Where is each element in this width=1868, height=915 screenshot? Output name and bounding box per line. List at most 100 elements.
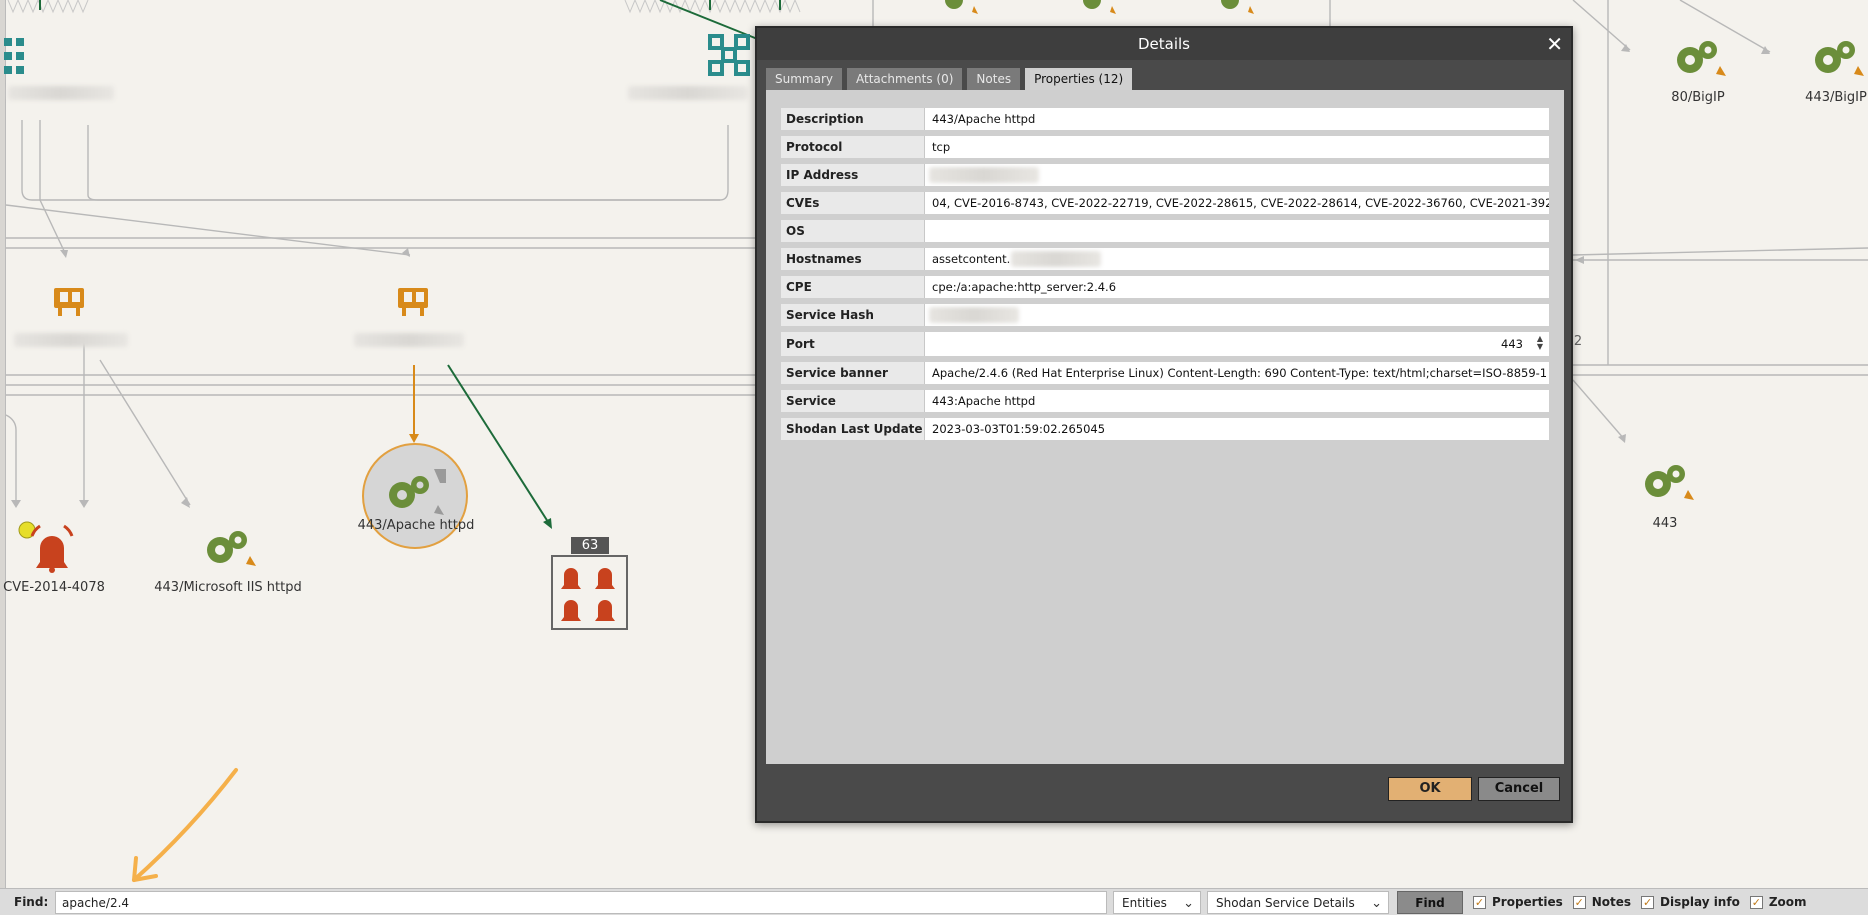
port-spinner[interactable]: 443 ▲ ▼ (925, 332, 1549, 356)
property-key: Shodan Last Update (781, 418, 925, 440)
apache-service-node[interactable] (362, 443, 468, 549)
checkbox-label: Notes (1591, 895, 1632, 909)
close-icon[interactable]: ✕ (1546, 28, 1563, 60)
chevron-down-icon: ⌄ (1183, 895, 1194, 911)
cve-node-label: CVE-2014-4078 (3, 580, 105, 595)
property-key: Service banner (781, 362, 925, 384)
property-row-service: Service 443:Apache httpd (781, 390, 1549, 412)
transform-select[interactable]: Shodan Service Details ⌄ (1207, 890, 1389, 914)
property-value-description[interactable]: 443/Apache httpd (925, 108, 1549, 130)
gears-icon (389, 469, 446, 515)
ok-button[interactable]: OK (1388, 777, 1472, 801)
gears-icon (1677, 41, 1726, 76)
find-button[interactable]: Find (1397, 890, 1463, 914)
property-key: Hostnames (781, 248, 925, 270)
checkbox-label: Zoom (1768, 895, 1807, 909)
tab-notes[interactable]: Notes (967, 68, 1021, 90)
tab-attachments[interactable]: Attachments (0) (847, 68, 963, 90)
gears-icon (1221, 0, 1254, 14)
edge-count-label: 2 (1573, 334, 1583, 349)
property-row-protocol: Protocol tcp (781, 136, 1549, 158)
property-row-os: OS (781, 220, 1549, 242)
property-key: Port (781, 332, 925, 356)
network-icon (708, 34, 750, 76)
port-value: 443 (1501, 337, 1523, 351)
entity-type-select[interactable]: Entities ⌄ (1113, 890, 1201, 914)
dialog-title-bar[interactable]: Details ✕ (757, 28, 1571, 60)
redacted-label (14, 333, 128, 347)
pin-icon (434, 505, 444, 515)
transform-value: Shodan Service Details (1216, 895, 1355, 910)
property-row-hostnames: Hostnames assetcontent. (781, 248, 1549, 270)
checkbox-display-info[interactable]: ✓ Display info (1641, 895, 1740, 909)
redacted-label (354, 333, 464, 347)
cluster-count-badge: 63 (571, 537, 609, 554)
property-key: Description (781, 108, 925, 130)
pin-icon (1854, 66, 1864, 76)
property-row-port: Port 443 ▲ ▼ (781, 332, 1549, 356)
redacted-label (628, 86, 748, 100)
property-value-cves[interactable]: 04, CVE-2016-8743, CVE-2022-22719, CVE-2… (925, 192, 1549, 214)
checkbox-checked-icon: ✓ (1749, 895, 1763, 909)
apache-service-label: 443/Apache httpd (357, 518, 475, 533)
pin-icon (246, 556, 256, 566)
property-value-service-hash[interactable] (925, 304, 1549, 326)
cve-cluster-node[interactable]: 63 (551, 537, 629, 631)
iis-service-label: 443/Microsoft IIS httpd (154, 580, 302, 595)
property-key: CVEs (781, 192, 925, 214)
checkbox-checked-icon: ✓ (1641, 895, 1655, 909)
gears-icon (1083, 0, 1116, 14)
property-row-service-hash: Service Hash (781, 304, 1549, 326)
canvas-left-scrollbar[interactable] (0, 0, 6, 888)
network-card-icon (398, 288, 428, 316)
pin-icon (1716, 66, 1726, 76)
property-value-hostnames[interactable]: assetcontent. (925, 248, 1549, 270)
details-dialog: Details ✕ Summary Attachments (0) Notes … (755, 26, 1573, 823)
checkbox-notes[interactable]: ✓ Notes (1572, 895, 1632, 909)
property-value-service[interactable]: 443:Apache httpd (925, 390, 1549, 412)
property-value-os[interactable] (925, 220, 1549, 242)
properties-panel: Description 443/Apache httpd Protocol tc… (766, 90, 1564, 764)
dialog-title: Details (1137, 35, 1190, 53)
redacted-label (8, 86, 114, 100)
property-value-ip-address[interactable] (925, 164, 1549, 186)
tab-properties[interactable]: Properties (12) (1025, 68, 1133, 90)
cancel-button[interactable]: Cancel (1478, 777, 1560, 801)
property-value-service-banner[interactable]: Apache/2.4.6 (Red Hat Enterprise Linux) … (925, 362, 1549, 384)
network-card-icon (54, 288, 84, 316)
spinner-arrows-icon[interactable]: ▲ ▼ (1533, 335, 1543, 351)
property-key: Service (781, 390, 925, 412)
gears-icon (207, 531, 256, 566)
bigip-443-label: 443/BigIP (1805, 90, 1867, 105)
dialog-tabs: Summary Attachments (0) Notes Properties… (757, 60, 1571, 90)
gears-icon (1815, 41, 1864, 76)
find-bar: Find: apache/2.4 Entities ⌄ Shodan Servi… (0, 888, 1868, 915)
property-key: IP Address (781, 164, 925, 186)
property-row-description: Description 443/Apache httpd (781, 108, 1549, 130)
property-row-cpe: CPE cpe:/a:apache:http_server:2.4.6 (781, 276, 1549, 298)
entity-type-value: Entities (1122, 895, 1167, 910)
property-value-protocol[interactable]: tcp (925, 136, 1549, 158)
property-value-cpe[interactable]: cpe:/a:apache:http_server:2.4.6 (925, 276, 1549, 298)
checkbox-label: Display info (1660, 895, 1740, 909)
hostname-text: assetcontent. (932, 252, 1011, 266)
checkbox-properties[interactable]: ✓ Properties (1473, 895, 1563, 909)
property-row-ip-address: IP Address (781, 164, 1549, 186)
gears-icon (1645, 465, 1694, 500)
checkbox-label: Properties (1492, 895, 1563, 909)
tab-summary[interactable]: Summary (766, 68, 842, 90)
redacted-value (929, 307, 1019, 323)
bigip-80-label: 80/BigIP (1671, 90, 1725, 105)
alarm-bell-icon (18, 521, 74, 573)
port-443-label: 443 (1652, 516, 1678, 531)
property-key: OS (781, 220, 925, 242)
property-key: Service Hash (781, 304, 925, 326)
find-label: Find: (14, 895, 49, 909)
checkbox-zoom[interactable]: ✓ Zoom (1749, 895, 1807, 909)
network-icon (4, 38, 24, 74)
find-input[interactable]: apache/2.4 (55, 890, 1107, 914)
chevron-down-icon: ⌄ (1371, 895, 1382, 911)
property-value-shodan-last-update[interactable]: 2023-03-03T01:59:02.265045 (925, 418, 1549, 440)
property-row-service-banner: Service banner Apache/2.4.6 (Red Hat Ent… (781, 362, 1549, 384)
property-key: Protocol (781, 136, 925, 158)
